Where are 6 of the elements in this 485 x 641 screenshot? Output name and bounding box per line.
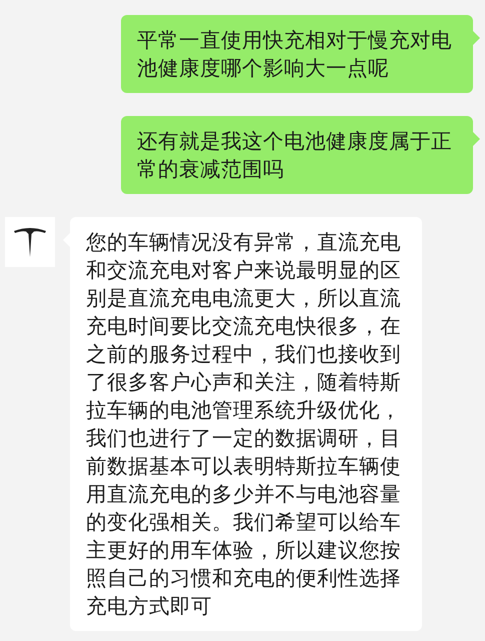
bubble-tail xyxy=(473,132,480,146)
message-bubble: 您的车辆情况没有异常，直流充电和交流充电对客户来说最明显的区别是直流充电电流更大，所以直流充电时间要比交流充电快很多，在之前的服务过程中，我们也接收到了很多客户心声和关注，随着特斯拉车辆的电池管理系统升级优化，我们也进行了一定的数据调研，目前数据基本可以表明特斯拉车辆使用直流充电的多少并不与电池容量的变化强相关。我们希望可以给车主更好的用车体验，所以建议您按照自己的习惯和充电的便利性选择充电方式即可 xyxy=(70,217,422,631)
message-bubble: 还有就是我这个电池健康度属于正常的衰减范围吗 xyxy=(121,116,473,194)
bubble-tail xyxy=(473,31,480,45)
message-bubble: 平常一直使用快充相对于慢充对电池健康度哪个影响大一点呢 xyxy=(121,15,473,93)
logo-avatar-icon xyxy=(5,217,55,267)
